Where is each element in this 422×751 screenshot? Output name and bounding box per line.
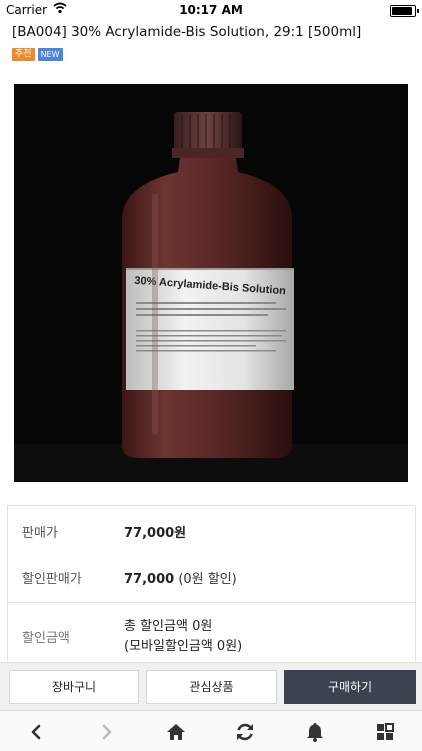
- discount-total-line: 총 할인금액 0원: [124, 619, 213, 634]
- cart-button[interactable]: 장바구니: [9, 670, 139, 704]
- apps-icon[interactable]: [374, 721, 396, 743]
- sale-price-label: 판매가: [22, 526, 58, 541]
- battery-icon: [390, 5, 419, 17]
- product-image[interactable]: 30% Acrylamide-Bis Solution: [14, 84, 408, 482]
- discount-price-value-group: 77,000 (0원 할인): [124, 568, 237, 587]
- wishlist-button[interactable]: 관심상품: [146, 670, 277, 704]
- discount-amount-row: 할인금액 총 할인금액 0원 (모바일할인금액 0원): [8, 603, 415, 666]
- action-bar: 장바구니 관심상품 구매하기: [0, 662, 422, 711]
- discount-price-value: 77,000: [124, 572, 175, 587]
- clock: 10:17 AM: [179, 3, 243, 17]
- new-badge: NEW: [37, 48, 63, 61]
- bottle-illustration: 30% Acrylamide-Bis Solution: [14, 84, 408, 482]
- product-title: [BA004] 30% Acrylamide-Bis Solution, 29:…: [12, 24, 362, 40]
- discount-amount-value: 총 할인금액 0원 (모바일할인금액 0원): [124, 617, 242, 657]
- bottom-navigation: [0, 710, 422, 751]
- forward-icon[interactable]: [95, 721, 117, 743]
- discount-mobile-line: (모바일할인금액 0원): [124, 639, 243, 654]
- sale-price-row: 판매가 77,000원: [8, 506, 415, 554]
- price-info-table: 판매가 77,000원 할인판매가 77,000 (0원 할인) 할인금액 총 …: [7, 505, 416, 666]
- status-bar: Carrier 10:17 AM: [0, 0, 422, 20]
- back-icon[interactable]: [26, 721, 48, 743]
- badge-group: 추천 NEW: [12, 48, 63, 62]
- discount-amount-label: 할인금액: [22, 631, 70, 646]
- discount-price-label: 할인판매가: [22, 572, 82, 587]
- recommend-badge: 추천: [12, 48, 35, 61]
- discount-price-row: 할인판매가 77,000 (0원 할인): [8, 554, 415, 602]
- home-icon[interactable]: [165, 721, 187, 743]
- discount-price-note: (0원 할인): [178, 572, 237, 587]
- bell-icon[interactable]: [304, 721, 326, 743]
- refresh-icon[interactable]: [234, 721, 256, 743]
- buy-button[interactable]: 구매하기: [284, 670, 416, 704]
- sale-price-value: 77,000원: [124, 526, 187, 541]
